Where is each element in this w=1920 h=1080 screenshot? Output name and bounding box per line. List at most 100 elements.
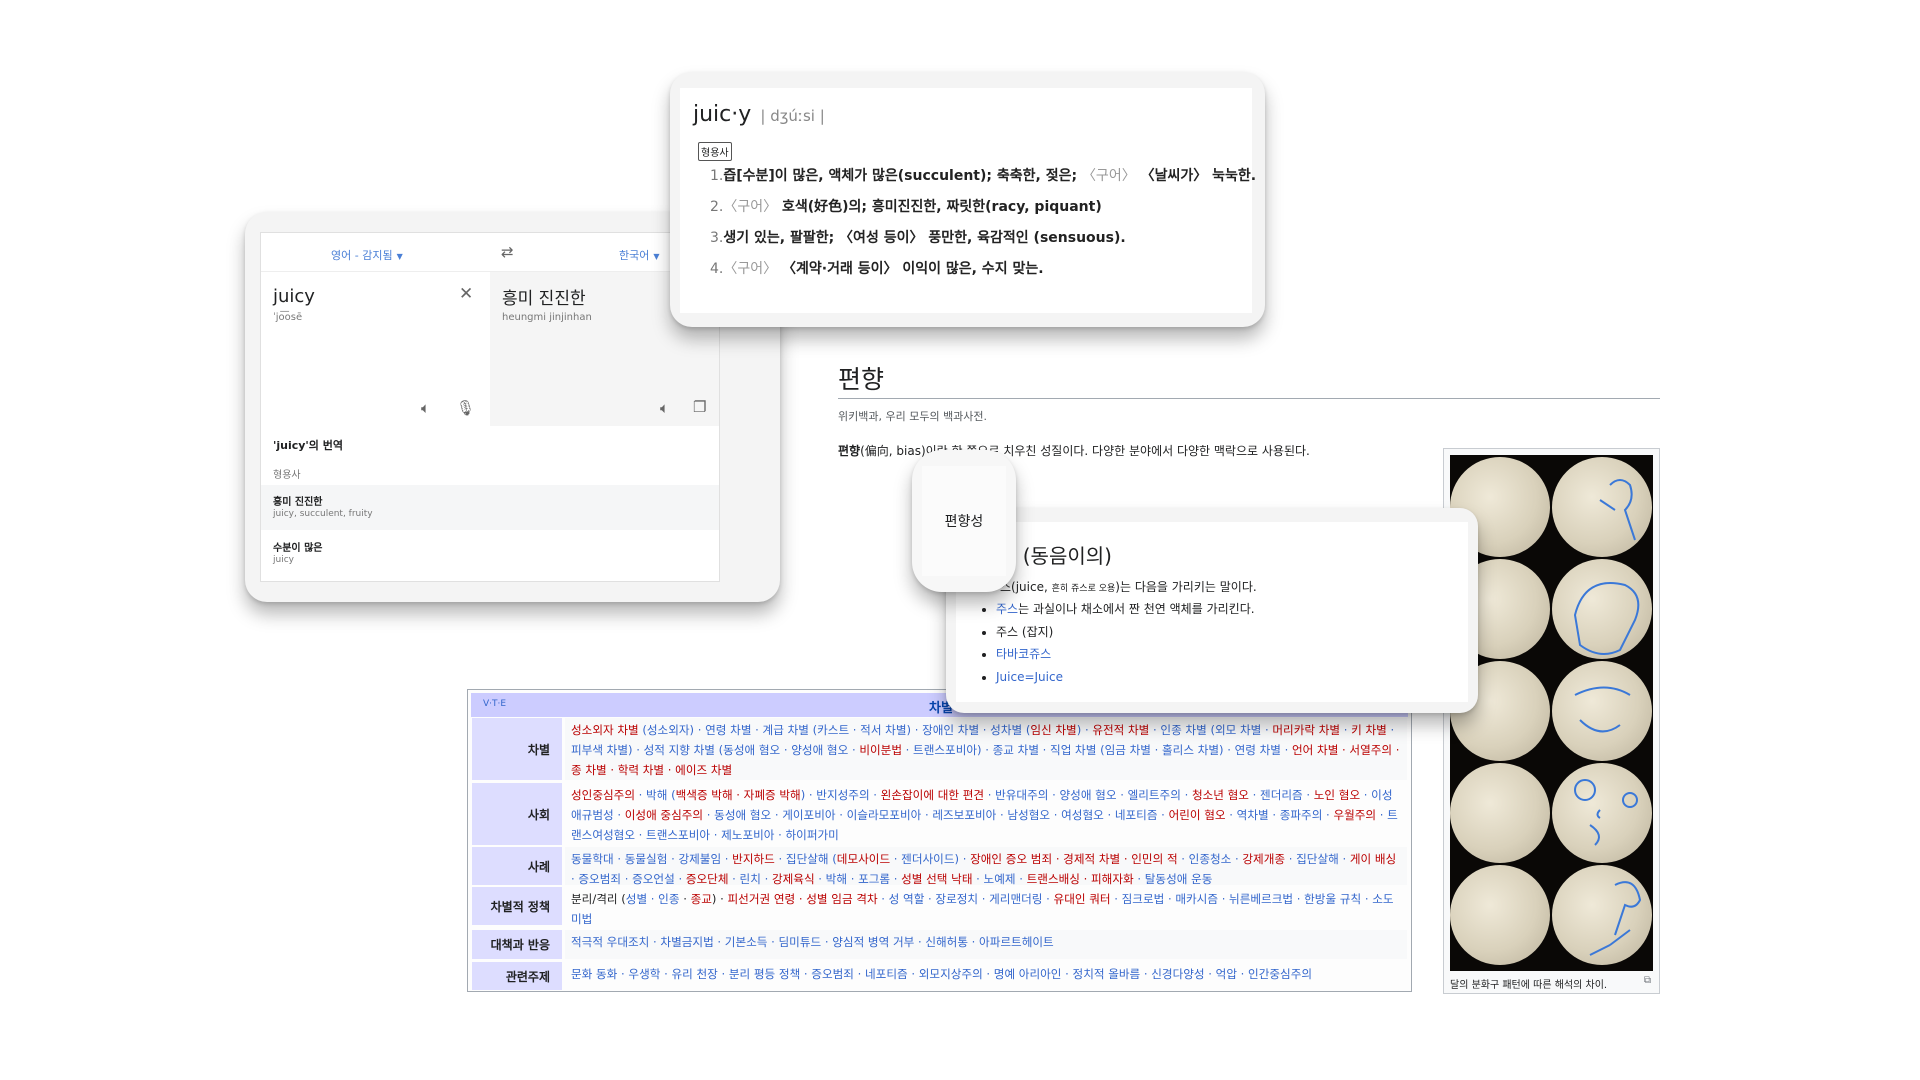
navbox-row: 관련주제 문화 동화 · 우생학 · 유리 천장 · 분리 평등 정책 · 증오범… <box>472 962 1407 990</box>
navbox-link[interactable]: · 동성애 혐오 · 게이포비아 · 이슬라모포비아 · 레즈보포비아 · 남성… <box>703 808 1168 822</box>
link-juice-juice[interactable]: Juice=Juice <box>996 670 1063 684</box>
navbox-link[interactable]: · 인종 차별 (외모 차별 · <box>1149 723 1272 737</box>
redlink[interactable]: 성인중심주의 <box>571 788 635 802</box>
target-text: 흥미 진진한 <box>502 289 586 309</box>
navbox-link[interactable]: · 인종청소 · <box>1178 852 1243 866</box>
navbox-link[interactable]: · 증오범죄 · 증오언설 · <box>571 872 686 886</box>
redlink[interactable]: 데모사이드 <box>837 852 890 866</box>
sense-number: 4. <box>710 261 724 277</box>
pos-badge: 형용사 <box>698 142 732 161</box>
speaker-icon[interactable]: 🔈︎ <box>660 399 669 417</box>
link-juice[interactable]: 주스 <box>996 602 1018 616</box>
redlink[interactable]: 비이분법 <box>859 743 902 757</box>
redlink[interactable]: 이성애 중심주의 <box>625 808 703 822</box>
navbox-link[interactable]: ) · 반지성주의 · <box>801 788 881 802</box>
intro-note: 흔히 쥬스로 오용 <box>1051 584 1116 594</box>
list-item: 타바코쥬스 <box>996 643 1255 666</box>
navbox-group-label: 관련주제 <box>472 962 562 990</box>
microphone-icon[interactable]: 🎙︎ <box>456 399 475 417</box>
source-language-select[interactable]: 영어 - 감지됨 ▼ <box>331 247 403 263</box>
redlink[interactable]: 백색증 박해 · 자폐증 박해 <box>676 788 801 802</box>
navbox-link[interactable]: · 박해 ( <box>635 788 676 802</box>
page-title: 편향 <box>838 365 885 394</box>
redlink[interactable]: 노인 혐오 <box>1314 788 1360 802</box>
navbox-link[interactable]: · 젠더사이드) · <box>890 852 970 866</box>
navbox-list: 적극적 우대조치 · 차별금지법 · 기본소득 · 딤미튜드 · 양심적 병역 … <box>565 930 1407 959</box>
result-word: 수분이 많은 <box>273 543 323 554</box>
redlink[interactable]: 증오단체 <box>686 872 729 886</box>
redlink[interactable]: 장애인 증오 범죄 · 경제적 차별 · 인민의 적 <box>970 852 1178 866</box>
redlink[interactable]: 강제개종 <box>1242 852 1285 866</box>
navbox-link[interactable]: 문화 동화 · 우생학 · 유리 천장 · 분리 평등 정책 · 증오범죄 · … <box>571 967 1312 981</box>
redlink[interactable]: 성소외자 차별 <box>571 723 639 737</box>
navbox-link[interactable]: 성별 · 인종 <box>626 892 680 906</box>
redlink[interactable]: 유대인 쿼터 <box>1054 892 1111 906</box>
navbox-link[interactable]: · 성 역할 · 장로정치 · 게리맨더링 · <box>878 892 1054 906</box>
clear-icon[interactable]: ✕ <box>459 284 473 304</box>
swap-languages-icon[interactable]: ⇄ <box>501 243 514 261</box>
navbox-link[interactable]: · 반유대주의 · 양성애 혐오 · 엘리트주의 · <box>984 788 1192 802</box>
source-text[interactable]: juicy <box>273 286 315 307</box>
translate-panel: 영어 - 감지됨 ▼ ⇄ 한국어 ▼ juicy ˈjo͞osē ✕ 🔈︎ 🎙︎ 흥… <box>260 232 720 582</box>
navbox-link[interactable]: · 역차별 · 종파주의 · <box>1226 808 1334 822</box>
redlink[interactable]: 강제육식 <box>772 872 815 886</box>
copy-icon[interactable]: ❐ <box>693 398 706 416</box>
dictionary-sense: 4.〈구어〉 〈계약·거래 등이〉 이익이 많은, 수지 맞는. <box>710 258 1044 278</box>
navbox-link[interactable]: (성소외자) · 연령 차별 · 계급 차별 (카스트 · 적서 차별) · 장… <box>639 723 1030 737</box>
redlink[interactable]: 어린이 혐오 <box>1169 808 1226 822</box>
navbox-link[interactable]: · 박해 · 포그롬 · <box>815 872 902 886</box>
translation-result[interactable]: 수분이 많은 juicy <box>261 531 719 579</box>
item-text: 는 과실이나 채소에서 짠 천연 액체를 가리킨다. <box>1018 602 1255 616</box>
sense-text: 〈날씨가〉 눅눅한. <box>1135 168 1257 184</box>
redlink[interactable]: 우월주의 <box>1333 808 1376 822</box>
source-pane[interactable]: juicy ˈjo͞osē ✕ 🔈︎ 🎙︎ <box>261 272 490 426</box>
redlink[interactable]: 청소년 혐오 <box>1192 788 1249 802</box>
navbox-link[interactable]: · 집단살해 ( <box>775 852 837 866</box>
redlink[interactable]: 유전적 차별 <box>1092 723 1149 737</box>
redlink[interactable]: 트랜스배싱 · 피해자화 <box>1027 872 1134 886</box>
translation-result[interactable]: 흥미 진진한 juicy, succulent, fruity <box>261 485 719 530</box>
redlink[interactable]: 반지하드 <box>732 852 775 866</box>
navbox-link[interactable]: · 린치 · <box>729 872 772 886</box>
navbox-link[interactable]: ) · <box>1077 723 1093 737</box>
navbox-link[interactable]: 적극적 우대조치 · 차별금지법 · 기본소득 · 딤미튜드 · 양심적 병역 … <box>571 935 1054 949</box>
list-item: 주스는 과실이나 채소에서 짠 천연 액체를 가리킨다. <box>996 598 1255 621</box>
navbox-group-label: 사회 <box>472 783 562 845</box>
caret-down-icon: ▼ <box>396 252 403 261</box>
navbox-group-label: 차별 <box>472 718 562 780</box>
translations-title: 'juicy'의 번역 <box>273 439 343 452</box>
navbox-link[interactable]: · <box>1340 723 1351 737</box>
pronunciation: | dʒúːsi | <box>760 107 825 125</box>
navbox-link[interactable]: · 집단살해 · <box>1285 852 1350 866</box>
moon-image[interactable] <box>1450 455 1653 971</box>
redlink[interactable]: 성별 선택 낙태 <box>901 872 972 886</box>
target-language-label: 한국어 <box>619 249 650 262</box>
navbox-row: 사회 성인중심주의 · 박해 (백색증 박해 · 자폐증 박해) · 반지성주의 … <box>472 783 1407 845</box>
navbox-list: 분리/격리 (성별 · 인종 · 종교) · 피선거권 연령 · 성별 임금 격… <box>565 887 1407 926</box>
sense-text: 생기 있는, 팔팔한; 〈여성 등이〉 풍만한, 육감적인 (sensuous)… <box>723 230 1126 246</box>
navbox-list: 문화 동화 · 우생학 · 유리 천장 · 분리 평등 정책 · 증오범죄 · … <box>565 962 1407 990</box>
navbox-link[interactable]: · 탈동성애 운동 <box>1134 872 1212 886</box>
redlink[interactable]: 임신 차별 <box>1030 723 1076 737</box>
navbox-vte-links[interactable]: V·T·E <box>483 699 506 709</box>
navbox-link[interactable]: · 트랜스포비아) · 종교 차별 · 직업 차별 (임금 차별 · 홀리스 차… <box>902 743 1292 757</box>
sense-number: 3. <box>710 230 724 246</box>
item-text: 주스 (잡지) <box>996 624 1054 639</box>
navbox-link[interactable]: 동물학대 · 동물실험 · 강제불임 · <box>571 852 732 866</box>
link-tobacco-juice[interactable]: 타바코쥬스 <box>996 647 1051 661</box>
redlink[interactable]: 머리카락 차별 <box>1272 723 1340 737</box>
redlink[interactable]: 키 차별 <box>1351 723 1387 737</box>
navbox-link[interactable]: · 노예제 · <box>973 872 1027 886</box>
target-language-select[interactable]: 한국어 ▼ <box>619 247 660 263</box>
redlink[interactable]: 피선거권 연령 · 성별 임금 격차 <box>728 892 878 906</box>
redlink[interactable]: 왼손잡이에 대한 편견 <box>881 788 984 802</box>
redlink[interactable]: 게이 배싱 <box>1350 852 1396 866</box>
enlarge-icon[interactable]: ⧉ <box>1644 975 1651 986</box>
redlink[interactable]: 종교 <box>691 892 712 906</box>
navbox-link[interactable]: · 젠더리즘 · <box>1249 788 1314 802</box>
speaker-icon[interactable]: 🔈︎ <box>421 399 430 417</box>
navbox-row: 사례 동물학대 · 동물실험 · 강제불임 · 반지하드 · 집단살해 (데모사이… <box>472 847 1407 886</box>
intro-paragraph: 편향(偏向, bias)이란 한 쪽으로 치우친 성질이다. 다양한 분야에서 … <box>838 442 1310 459</box>
navbox-group-label: 대책과 반응 <box>472 930 562 959</box>
sense-text: 호색(好色)의; 흥미진진한, 짜릿한(racy, piquant) <box>777 199 1102 215</box>
